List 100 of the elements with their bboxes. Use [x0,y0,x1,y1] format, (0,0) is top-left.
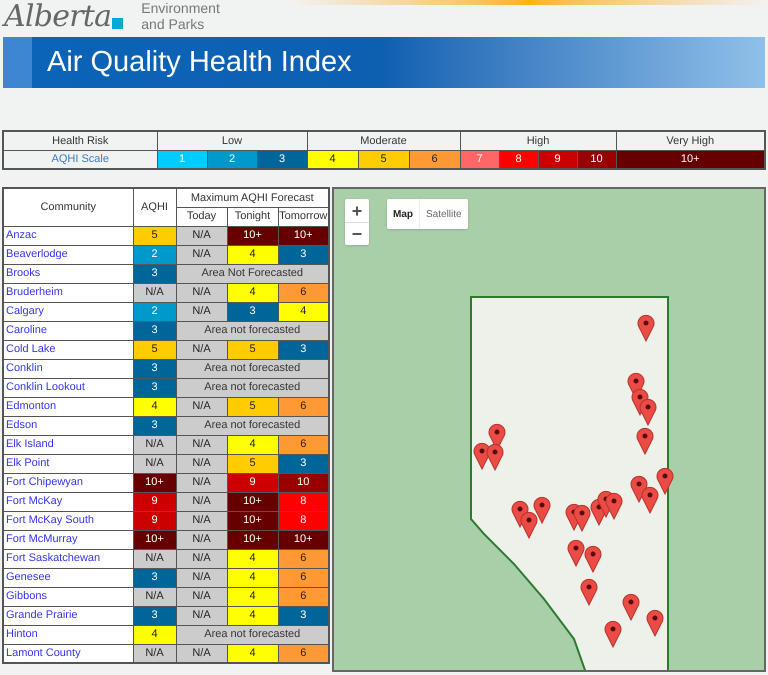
aqhi-value-cell: N/A [133,283,176,302]
banner-title: Air Quality Health Index [47,44,352,80]
aqhi-value-cell: 4 [227,283,278,302]
risk-level-header: Very High [616,131,765,150]
aqhi-value-cell: 9 [538,150,577,169]
scale-label: AQHI Scale [3,150,157,169]
aqhi-value-cell: 8 [278,492,329,511]
community-link[interactable]: Gibbons [6,590,47,602]
not-forecasted-note: Area not forecasted [176,359,329,378]
table-header: Health Risk [3,131,157,150]
column-header: Tonight [227,207,278,226]
aqhi-value-cell: N/A [133,549,176,568]
aqhi-value-cell: N/A [176,549,227,568]
aqhi-value-cell: 9 [133,511,176,530]
banner-side-strip [3,37,32,88]
aqhi-value-cell: 4 [227,587,278,606]
aqhi-value-cell: N/A [176,245,227,264]
aqhi-value-cell: 4 [307,150,358,169]
aqhi-value-cell: 9 [227,473,278,492]
aqhi-value-cell: 10+ [278,226,329,245]
aqhi-value-cell: 3 [278,245,329,264]
aqhi-value-cell: 6 [278,644,329,663]
aqhi-value-cell: 4 [227,549,278,568]
aqhi-value-cell: 6 [278,587,329,606]
aqhi-value-cell: N/A [176,606,227,625]
aqhi-value-cell: 10 [278,473,329,492]
aqhi-value-cell: N/A [176,454,227,473]
aqhi-value-cell: 1 [157,150,207,169]
aqhi-value-cell: 7 [460,150,499,169]
aqhi-value-cell: 10 [577,150,616,169]
not-forecasted-note: Area not forecasted [176,378,329,397]
aqhi-value-cell: 5 [133,226,176,245]
aqhi-value-cell: 4 [133,625,176,644]
aqhi-value-cell: 3 [133,264,176,283]
not-forecasted-note: Area not forecasted [176,416,329,435]
aqhi-value-cell: N/A [176,511,227,530]
aqhi-value-cell: 4 [227,644,278,663]
aqhi-value-cell: 5 [227,454,278,473]
aqhi-value-cell: 6 [278,568,329,587]
community-link[interactable]: Calgary [6,305,44,317]
aqhi-value-cell: 6 [278,549,329,568]
community-link[interactable]: Hinton [6,628,38,640]
aqhi-value-cell: N/A [176,340,227,359]
aqhi-value-cell: 10+ [133,473,176,492]
column-header: AQHI [133,188,176,226]
aqhi-value-cell: N/A [133,587,176,606]
aqhi-value-cell: 4 [227,606,278,625]
aqhi-value-cell: 10+ [227,226,278,245]
community-link[interactable]: Anzac [6,229,37,241]
aqhi-value-cell: 9 [133,492,176,511]
aqhi-value-cell: 3 [278,340,329,359]
zoom-out-button[interactable]: − [345,222,369,245]
risk-level-header: Moderate [307,131,460,150]
aqhi-value-cell: 3 [257,150,307,169]
aqhi-value-cell: 6 [278,435,329,454]
map-view[interactable]: + − Map Satellite [332,187,766,672]
aqhi-value-cell: 8 [278,511,329,530]
aqhi-value-cell: 5 [358,150,409,169]
zoom-in-button[interactable]: + [345,199,369,222]
aqhi-value-cell: N/A [133,454,176,473]
aqhi-value-cell: N/A [176,644,227,663]
aqhi-value-cell: N/A [176,587,227,606]
aqhi-value-cell: 8 [499,150,538,169]
community-link[interactable]: Brooks [6,267,40,279]
aqhi-value-cell: N/A [176,283,227,302]
aqhi-value-cell: N/A [176,226,227,245]
community-link[interactable]: Edson [6,419,38,431]
not-forecasted-note: Area not forecasted [176,625,329,644]
map-type-tab[interactable]: Map [387,199,419,229]
aqhi-value-cell: N/A [176,492,227,511]
aqhi-value-cell: 6 [278,397,329,416]
map-type-tab[interactable]: Satellite [419,199,468,229]
logo-wordmark: Alberta [4,0,112,34]
aqhi-value-cell: 4 [133,397,176,416]
aqhi-value-cell: 3 [227,302,278,321]
aqhi-value-cell: 5 [133,340,176,359]
community-link[interactable]: Caroline [6,324,47,336]
aqhi-value-cell: N/A [133,435,176,454]
column-header: Community [3,188,133,226]
aqhi-value-cell: 10+ [227,492,278,511]
aqhi-value-cell: N/A [176,568,227,587]
aqhi-value-cell: 4 [278,302,329,321]
aqhi-value-cell: 4 [227,568,278,587]
aqhi-value-cell: 5 [227,340,278,359]
aqhi-value-cell: N/A [176,473,227,492]
aqhi-value-cell: N/A [176,435,227,454]
aqhi-value-cell: 3 [133,416,176,435]
aqhi-value-cell: 2 [133,245,176,264]
ministry-name: Environment [141,0,220,16]
aqhi-value-cell: 10+ [227,530,278,549]
aqhi-value-cell: N/A [133,644,176,663]
risk-level-header: Low [157,131,307,150]
aqhi-value-cell: 2 [207,150,257,169]
not-forecasted-note: Area not forecasted [176,321,329,340]
aqhi-value-cell: 10+ [278,530,329,549]
community-link[interactable]: Conklin [6,362,43,374]
aqhi-value-cell: 3 [133,568,176,587]
aqhi-value-cell: 6 [278,283,329,302]
aqhi-value-cell: 10+ [227,511,278,530]
aqhi-value-cell: 10+ [133,530,176,549]
